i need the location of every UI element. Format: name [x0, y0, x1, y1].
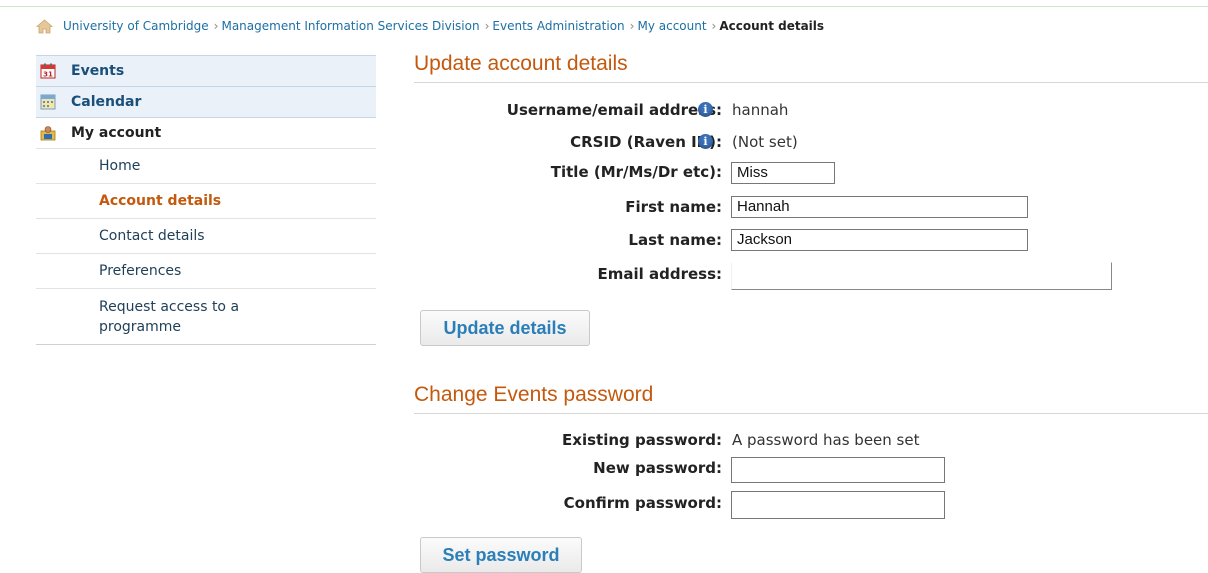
title-label: Title (Mr/Ms/Dr etc): [550, 163, 722, 181]
chevron-right-icon: › [711, 19, 717, 33]
first-name-input[interactable]: Hannah [731, 196, 1028, 218]
sidebar-item-calendar[interactable]: Calendar [36, 86, 376, 117]
new-password-input[interactable] [731, 457, 945, 483]
existing-password-label: Existing password: [562, 431, 722, 449]
email-input[interactable] [731, 262, 1112, 290]
new-password-label: New password: [593, 459, 722, 477]
section-title-change-password: Change Events password [414, 383, 654, 406]
breadcrumb-link-mis-division[interactable]: Management Information Services Division [221, 19, 479, 33]
sidebar-item-label: Events [71, 63, 125, 79]
title-input[interactable]: Miss [731, 162, 835, 184]
sidebar-subitem-contact-details[interactable]: Contact details [36, 218, 376, 253]
user-account-icon [40, 125, 56, 141]
last-name-label: Last name: [628, 231, 722, 249]
breadcrumb-link-university[interactable]: University of Cambridge [63, 19, 209, 33]
info-icon[interactable]: i [698, 134, 713, 149]
last-name-input[interactable]: Jackson [731, 229, 1028, 251]
sidebar-item-label: Calendar [71, 94, 142, 110]
home-icon[interactable] [35, 18, 54, 34]
sidebar-subitem-request-access[interactable]: Request access to a programme [36, 288, 376, 344]
info-icon[interactable]: i [698, 102, 713, 117]
sidebar-subitem-preferences[interactable]: Preferences [36, 253, 376, 288]
breadcrumb-current: Account details [719, 19, 825, 33]
sidebar-item-my-account[interactable]: My account [36, 117, 376, 148]
confirm-password-input[interactable] [731, 491, 945, 519]
crsid-value: (Not set) [732, 133, 798, 151]
sidebar-subitem-account-details[interactable]: Account details [36, 183, 376, 218]
breadcrumb-link-events-admin[interactable]: Events Administration [492, 19, 624, 33]
set-password-button[interactable]: Set password [420, 537, 582, 573]
first-name-label: First name: [625, 198, 722, 216]
sidebar-subitem-label: Contact details [99, 228, 205, 244]
svg-text:31: 31 [43, 71, 53, 79]
sidebar-subitem-label: Request access to a programme [99, 298, 240, 335]
sidebar-item-events[interactable]: 31 Events [36, 55, 376, 86]
username-value: hannah [732, 101, 789, 119]
section-divider [414, 82, 1208, 83]
sidebar-subitem-label: Account details [99, 193, 222, 209]
chevron-right-icon: › [484, 19, 490, 33]
section-title-update-account: Update account details [414, 52, 628, 75]
sidebar-subitem-home[interactable]: Home [36, 148, 376, 183]
sidebar-item-label: My account [71, 125, 162, 141]
chevron-right-icon: › [629, 19, 635, 33]
email-label: Email address: [597, 265, 722, 283]
section-divider [414, 413, 1208, 414]
breadcrumb: University of Cambridge › Management Inf… [35, 15, 825, 37]
sidebar-nav: 31 Events Calendar My account Home Accou… [36, 55, 376, 345]
sidebar-subitem-label: Preferences [99, 263, 182, 279]
existing-password-value: A password has been set [732, 431, 920, 449]
calendar-icon [40, 94, 56, 110]
calendar-date-icon: 31 [40, 63, 56, 79]
chevron-right-icon: › [213, 19, 219, 33]
top-border [0, 6, 1208, 7]
update-details-button[interactable]: Update details [420, 310, 590, 346]
sidebar-subitem-label: Home [99, 158, 141, 174]
username-label: Username/email address: [506, 101, 722, 119]
breadcrumb-link-my-account[interactable]: My account [637, 19, 706, 33]
sidebar-bottom-divider [36, 344, 376, 345]
confirm-password-label: Confirm password: [563, 494, 722, 512]
